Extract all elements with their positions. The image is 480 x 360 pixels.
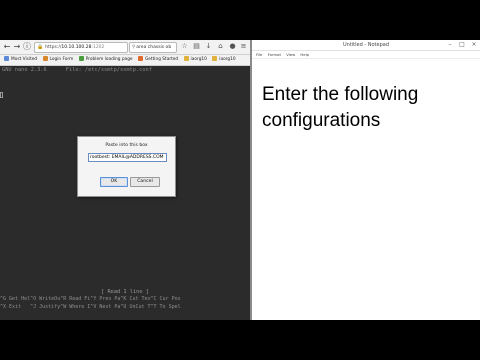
bookmark-item[interactable]: iaorg10 xyxy=(212,55,236,65)
home-icon[interactable]: ⌂ xyxy=(216,42,225,51)
cancel-button[interactable]: Cancel xyxy=(130,177,160,187)
download-icon[interactable]: ↓ xyxy=(204,42,213,51)
search-icon: ⚲ xyxy=(132,45,136,50)
search-input[interactable]: ⚲area chassis ob xyxy=(129,42,177,53)
chat-icon[interactable]: ● xyxy=(228,42,237,51)
menu-view[interactable]: View xyxy=(286,52,295,57)
url-bar[interactable]: 🔒 https://10.10.100.28:1202 xyxy=(34,42,128,53)
bookmark-star-icon[interactable]: ☆ xyxy=(180,42,189,51)
back-icon[interactable]: ← xyxy=(2,42,12,52)
bookmark-item[interactable]: iaorg10 xyxy=(183,55,207,65)
url-host: 10.10.100.28 xyxy=(61,45,92,50)
menu-icon[interactable]: ≡ xyxy=(239,42,248,51)
menu-help[interactable]: Help xyxy=(300,52,309,57)
lock-icon: 🔒 xyxy=(37,44,44,50)
bookmark-icon xyxy=(42,56,48,61)
nano-help-row-1: ^G Get Hel^O WriteOu^R Read Fi^Y Prev Pa… xyxy=(0,296,181,302)
nano-status: [ Read 1 line ] xyxy=(101,289,149,295)
folder-icon xyxy=(183,56,189,61)
folder-icon xyxy=(212,56,218,61)
bookmark-icon xyxy=(137,56,143,61)
paste-input[interactable]: rootbest: EMAIL@ADDRESS.COM xyxy=(88,153,167,162)
nano-header: GNU nano 2.3.6 File: /etc/ssmtp/ssmtp.co… xyxy=(2,67,152,73)
terminal-cursor xyxy=(0,92,3,98)
menu-file[interactable]: File xyxy=(256,52,262,57)
bookmark-label: Most Visited xyxy=(11,57,38,62)
bookmark-label: iaorg10 xyxy=(219,57,236,62)
url-port: :1202 xyxy=(91,45,105,50)
maximize-icon[interactable]: □ xyxy=(456,40,468,50)
dialog-message: Paste into this box xyxy=(105,143,148,148)
browser-toolbar: ← → ⓘ 🔒 https://10.10.100.28:1202 ⚲area c… xyxy=(0,40,250,55)
bookmark-item[interactable]: Getting Started xyxy=(137,55,179,65)
notepad-line-1: Enter the following xyxy=(262,84,419,105)
bookmark-label: Login Form xyxy=(49,57,74,62)
bookmark-icon xyxy=(4,56,9,61)
menu-format[interactable]: Format xyxy=(268,52,281,57)
bookmark-icon xyxy=(78,56,84,61)
browser-window: ← → ⓘ 🔒 https://10.10.100.28:1202 ⚲area c… xyxy=(0,40,250,320)
notepad-window: Untitled - Notepad – □ × File Format Vie… xyxy=(252,40,480,320)
bookmark-item[interactable]: Problem loading page xyxy=(78,55,133,65)
url-scheme: https:// xyxy=(45,45,62,50)
screen-frame: ← → ⓘ 🔒 https://10.10.100.28:1202 ⚲area c… xyxy=(0,40,480,320)
notepad-text-area[interactable]: Enter the following configurations xyxy=(262,82,472,134)
info-icon[interactable]: ⓘ xyxy=(22,42,32,52)
ok-button[interactable]: OK xyxy=(100,177,128,187)
reading-list-icon[interactable]: ▤ xyxy=(192,42,201,51)
forward-icon[interactable]: → xyxy=(12,42,22,52)
bookmark-label: iaorg10 xyxy=(190,57,207,62)
bookmark-label: Problem loading page xyxy=(85,57,133,62)
notepad-menubar: File Format View Help xyxy=(252,51,480,59)
close-icon[interactable]: × xyxy=(468,40,480,50)
bookmark-label: Getting Started xyxy=(144,57,179,62)
nano-help-row-2: ^X Exit ^J Justify^W Where I^V Next Pa^U… xyxy=(0,304,181,310)
notepad-line-2: configurations xyxy=(262,110,381,131)
search-text: area chassis ob xyxy=(136,45,172,50)
bookmark-item[interactable]: Login Form xyxy=(42,55,74,65)
bookmark-item[interactable]: Most Visited xyxy=(4,55,37,65)
paste-dialog: Paste into this box rootbest: EMAIL@ADDR… xyxy=(77,136,176,197)
minimize-icon[interactable]: – xyxy=(444,40,456,50)
bookmarks-bar: Most Visited Login Form Problem loading … xyxy=(0,55,250,66)
